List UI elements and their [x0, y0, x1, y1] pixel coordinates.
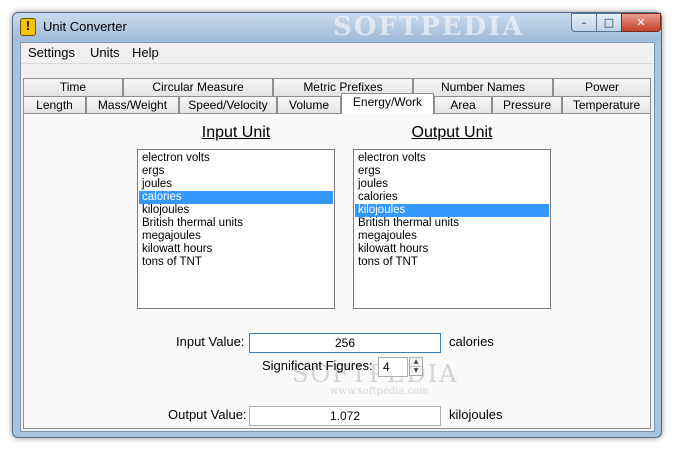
output-value-field[interactable]: 1.072 [249, 406, 441, 426]
tab-energy-work[interactable]: Energy/Work [341, 93, 434, 114]
tab-pressure[interactable]: Pressure [492, 96, 562, 114]
tab-speed-velocity[interactable]: Speed/Velocity [179, 96, 277, 114]
tab-row-1: Time Circular Measure Metric Prefixes Nu… [23, 78, 651, 96]
tab-power[interactable]: Power [553, 78, 651, 96]
list-item[interactable]: calories [355, 191, 549, 204]
tab-circular-measure[interactable]: Circular Measure [123, 78, 273, 96]
list-item-selected[interactable]: kilojoules [355, 204, 549, 217]
list-item[interactable]: kilowatt hours [355, 243, 549, 256]
menu-units[interactable]: Units [90, 45, 120, 60]
significant-figures-label: Significant Figures: [262, 358, 373, 373]
input-unit-label: calories [449, 334, 494, 349]
list-item[interactable]: electron volts [139, 152, 333, 165]
list-item[interactable]: electron volts [355, 152, 549, 165]
list-item[interactable]: megajoules [355, 230, 549, 243]
list-item[interactable]: ergs [139, 165, 333, 178]
minimize-button[interactable]: – [571, 13, 597, 32]
spin-up-icon[interactable]: ▲ [410, 358, 422, 367]
input-unit-listbox[interactable]: electron volts ergs joules calories kilo… [137, 149, 335, 309]
list-item[interactable]: megajoules [139, 230, 333, 243]
client-area: Settings Units Help Time Circular Measur… [20, 42, 655, 432]
softpedia-url: www.softpedia.com [330, 386, 429, 397]
tab-volume[interactable]: Volume [277, 96, 341, 114]
menu-help[interactable]: Help [132, 45, 159, 60]
tab-length[interactable]: Length [23, 96, 86, 114]
list-item[interactable]: joules [139, 178, 333, 191]
tab-mass-weight[interactable]: Mass/Weight [86, 96, 179, 114]
menu-bar: Settings Units Help [21, 43, 654, 64]
tab-temperature[interactable]: Temperature [562, 96, 651, 114]
tab-number-names[interactable]: Number Names [413, 78, 553, 96]
list-item[interactable]: kilowatt hours [139, 243, 333, 256]
significant-figures-field[interactable]: 4 [378, 357, 408, 377]
list-item[interactable]: tons of TNT [355, 256, 549, 269]
input-value-label: Input Value: [176, 334, 245, 349]
softpedia-watermark: SOFTPEDIA [333, 12, 525, 42]
list-item-selected[interactable]: calories [139, 191, 333, 204]
output-unit-listbox[interactable]: electron volts ergs joules calories kilo… [353, 149, 551, 309]
tab-area[interactable]: Area [434, 96, 492, 114]
input-unit-heading: Input Unit [201, 124, 271, 141]
tab-time[interactable]: Time [23, 78, 123, 96]
spin-down-icon[interactable]: ▼ [410, 367, 422, 375]
menu-settings[interactable]: Settings [28, 45, 75, 60]
title-bar[interactable]: ! Unit Converter SOFTPEDIA – □ ✕ [13, 12, 661, 42]
output-value-label: Output Value: [168, 407, 247, 422]
list-item[interactable]: British thermal units [355, 217, 549, 230]
output-unit-heading: Output Unit [411, 124, 493, 141]
close-button[interactable]: ✕ [621, 13, 661, 32]
maximize-button[interactable]: □ [596, 13, 622, 32]
energy-work-panel: SOFTPEDIA www.softpedia.com Input Unit O… [23, 113, 651, 429]
list-item[interactable]: tons of TNT [139, 256, 333, 269]
window-title: Unit Converter [43, 19, 127, 34]
output-unit-label: kilojoules [449, 407, 503, 422]
list-item[interactable]: kilojoules [139, 204, 333, 217]
tab-row-2: Length Mass/Weight Speed/Velocity Volume… [23, 93, 651, 114]
list-item[interactable]: ergs [355, 165, 549, 178]
significant-figures-spinner[interactable]: ▲ ▼ [409, 357, 423, 376]
input-value-field[interactable]: 256 [249, 333, 441, 353]
app-icon[interactable]: ! [20, 18, 36, 36]
list-item[interactable]: British thermal units [139, 217, 333, 230]
app-window: ! Unit Converter SOFTPEDIA – □ ✕ Setting… [12, 12, 662, 438]
list-item[interactable]: joules [355, 178, 549, 191]
